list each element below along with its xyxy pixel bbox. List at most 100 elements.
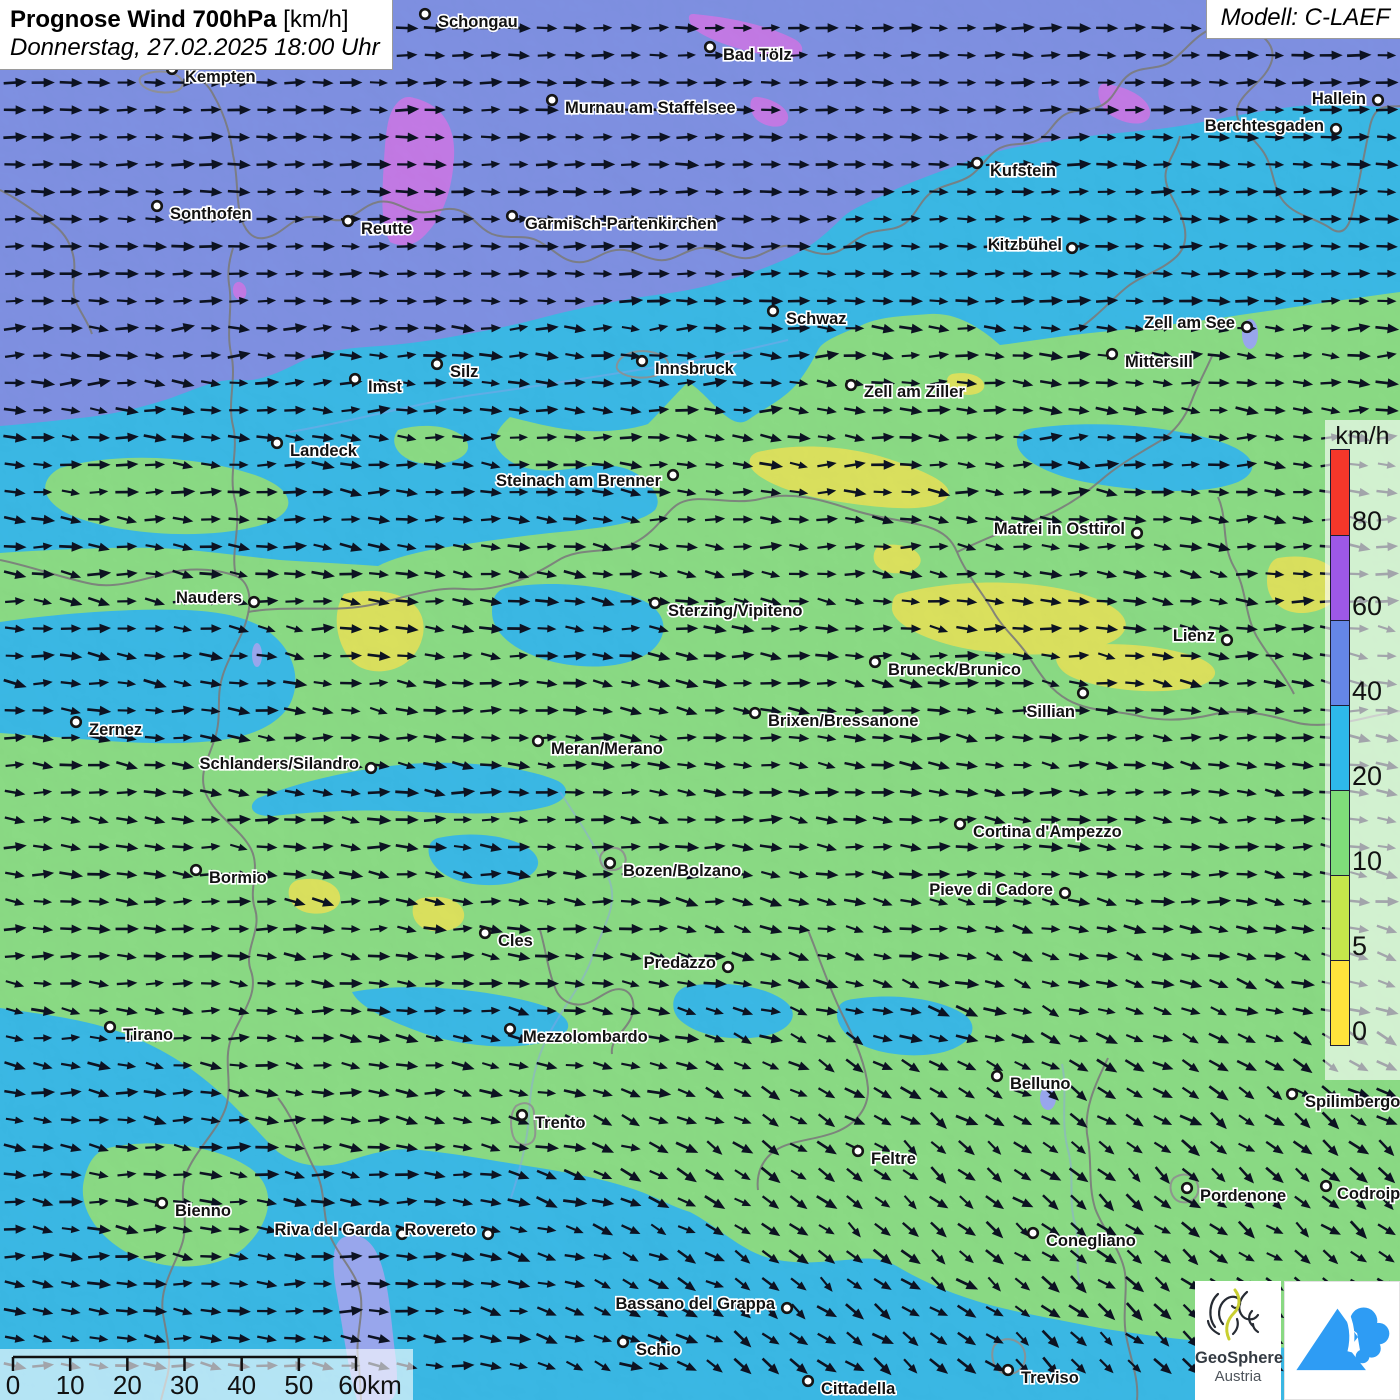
city-marker (750, 708, 760, 718)
city-marker (1003, 1365, 1013, 1375)
scale-label-30: 30 (170, 1370, 199, 1400)
city-marker (650, 598, 660, 608)
page-title: Prognose Wind 700hPa [km/h] (10, 5, 380, 34)
scale-label-20: 20 (113, 1370, 142, 1400)
city-label: Lienz (1173, 627, 1215, 645)
city-label: Cittadella (821, 1380, 896, 1398)
city-garmisch-partenkirchen: Garmisch-Partenkirchen (507, 211, 716, 233)
city-marker (1321, 1181, 1331, 1191)
city-label: Cortina d'Ampezzo (973, 823, 1122, 841)
city-brixen-bressanone: Brixen/Bressanone (750, 708, 918, 730)
city-marker (870, 657, 880, 667)
city-marker (605, 858, 615, 868)
city-marker (350, 374, 360, 384)
city-marker (505, 1024, 515, 1034)
city-zell-am-ziller: Zell am Ziller (846, 380, 965, 401)
city-marker (846, 380, 856, 390)
city-marker (272, 438, 282, 448)
city-marker (507, 211, 517, 221)
city-murnau-am-staffelsee: Murnau am Staffelsee (547, 95, 735, 117)
city-label: Belluno (1010, 1075, 1071, 1093)
city-marker (191, 865, 201, 875)
city-marker (480, 928, 490, 938)
city-label: Bassano del Grappa (615, 1295, 775, 1313)
city-label: Bruneck/Brunico (888, 661, 1021, 679)
city-label: Feltre (871, 1150, 916, 1168)
city-schlanders-silandro: Schlanders/Silandro (199, 755, 375, 773)
city-pieve-di-cadore: Pieve di Cadore (929, 881, 1070, 899)
city-label: Zernez (89, 721, 142, 739)
city-marker (803, 1376, 813, 1386)
city-label: Innsbruck (655, 360, 735, 378)
city-label: Sonthofen (170, 205, 252, 223)
city-label: Zell am See (1144, 314, 1235, 332)
geosphere-logo: GeoSphere Austria (1195, 1281, 1281, 1400)
city-matrei-in-osttirol: Matrei in Osttirol (994, 520, 1142, 538)
city-marker (618, 1337, 628, 1347)
legend-label-5: 5 (1352, 933, 1367, 960)
legend-segment-5 (1331, 875, 1349, 960)
city-label: Mittersill (1125, 353, 1193, 371)
city-marker (1242, 322, 1252, 332)
city-marker (71, 717, 81, 727)
city-label: Nauders (176, 589, 242, 607)
city-label: Conegliano (1046, 1232, 1136, 1250)
city-marker (1331, 124, 1341, 134)
city-label: Cles (498, 932, 533, 950)
legend-segment-0 (1331, 960, 1349, 1045)
city-label: Treviso (1021, 1369, 1079, 1387)
model-label: Modell: C-LAEF (1206, 0, 1400, 39)
city-label: Bienno (175, 1202, 231, 1220)
city-meran-merano: Meran/Merano (533, 736, 663, 758)
legend-label-0: 0 (1352, 1018, 1367, 1045)
city-label: Meran/Merano (551, 740, 663, 758)
legend-segment-60 (1331, 535, 1349, 620)
city-marker (1028, 1228, 1038, 1238)
legend-segment-20 (1331, 705, 1349, 790)
city-label: Sterzing/Vipiteno (668, 602, 802, 620)
city-bassano-del-grappa: Bassano del Grappa (615, 1295, 791, 1313)
city-sterzing-vipiteno: Sterzing/Vipiteno (650, 598, 802, 620)
city-label: Predazzo (644, 954, 716, 972)
title-box: Prognose Wind 700hPa [km/h] Donnerstag, … (0, 0, 393, 70)
city-label: Spilimbergo (1305, 1093, 1400, 1111)
city-marker (366, 763, 376, 773)
city-label: Codroipo (1337, 1185, 1400, 1203)
city-label: Landeck (290, 442, 358, 460)
city-marker (1222, 635, 1232, 645)
legend-segment-10 (1331, 790, 1349, 875)
legend-label-40: 40 (1352, 678, 1382, 705)
city-marker (533, 736, 543, 746)
city-label: Sillian (1026, 703, 1075, 721)
mountain-cloud-icon (1285, 1282, 1399, 1399)
datahub-logo (1284, 1281, 1400, 1400)
legend-label-80: 80 (1352, 508, 1382, 535)
geosphere-contour-icon (1206, 1287, 1270, 1343)
city-spilimbergo: Spilimbergo (1287, 1089, 1400, 1111)
city-label: Zell am Ziller (864, 383, 965, 401)
scale-label-40: 40 (227, 1370, 256, 1400)
city-label: Berchtesgaden (1205, 117, 1324, 135)
weather-map: SchongauBad TölzKemptenMurnau am Staffel… (0, 0, 1400, 1400)
city-label: Tirano (123, 1026, 173, 1044)
map-title-unit: [km/h] (277, 6, 349, 33)
city-label: Bad Tölz (723, 46, 792, 64)
city-label: Schio (636, 1341, 681, 1359)
city-label: Murnau am Staffelsee (565, 99, 736, 117)
city-label: Schongau (438, 13, 518, 31)
city-marker (1067, 243, 1077, 253)
city-marker (1078, 688, 1088, 698)
city-marker (1287, 1089, 1297, 1099)
city-marker (723, 962, 733, 972)
city-marker (420, 9, 430, 19)
city-marker (972, 158, 982, 168)
city-marker (1132, 528, 1142, 538)
city-marker (768, 306, 778, 316)
city-label: Schwaz (786, 310, 847, 328)
city-bruneck-brunico: Bruneck/Brunico (870, 657, 1021, 679)
city-marker (343, 216, 353, 226)
city-marker (483, 1229, 493, 1239)
logo-name: GeoSphere (1195, 1349, 1281, 1368)
city-label: Kufstein (990, 162, 1056, 180)
city-bozen-bolzano: Bozen/Bolzano (605, 858, 741, 880)
